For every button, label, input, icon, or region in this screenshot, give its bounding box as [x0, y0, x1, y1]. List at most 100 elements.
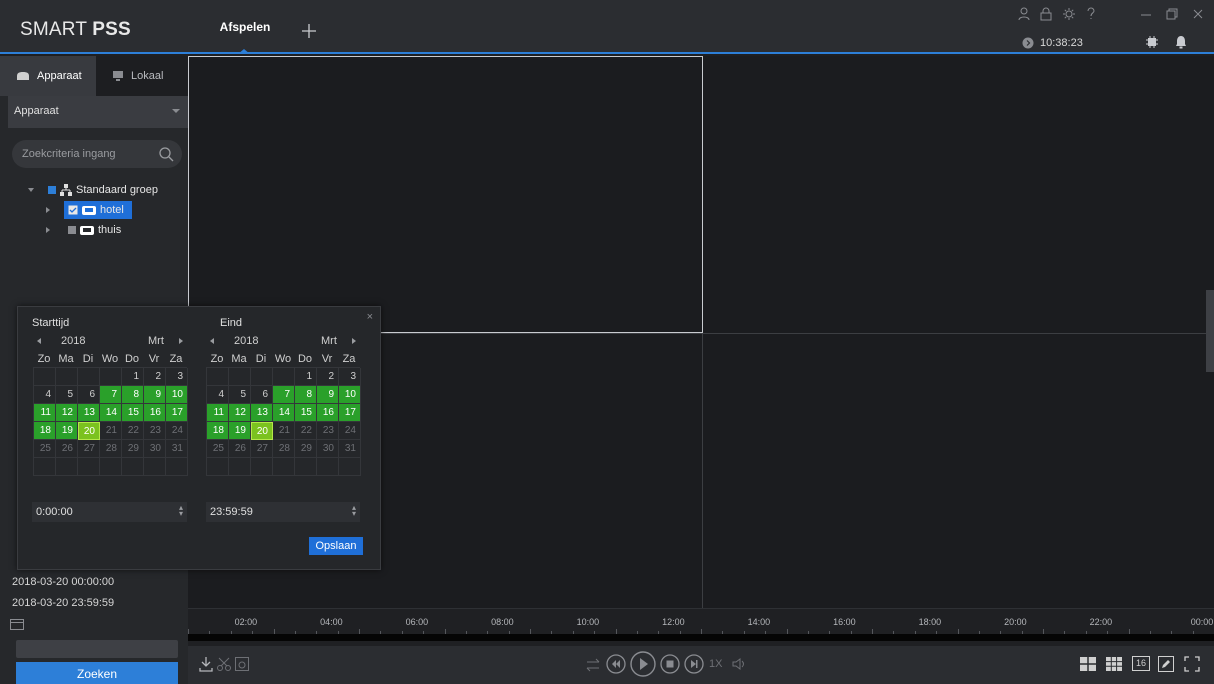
- search-button[interactable]: Zoeken: [16, 662, 178, 684]
- bell-icon[interactable]: [1175, 35, 1187, 49]
- minimize-icon[interactable]: [1140, 7, 1152, 21]
- day-cell[interactable]: 9: [144, 386, 166, 404]
- group-checkbox[interactable]: [48, 186, 56, 194]
- timeline[interactable]: 02:00 04:00 06:00 08:00 10:00 12:00 14:00 16:00…: [188, 608, 1214, 646]
- start-time-field[interactable]: 0:00:00 ▴ ▾: [32, 502, 187, 522]
- day-cell[interactable]: 17: [166, 404, 188, 422]
- day-cell[interactable]: 14: [100, 404, 122, 422]
- calendar-icon[interactable]: [10, 618, 24, 630]
- close-icon[interactable]: ×: [367, 311, 373, 323]
- edit-icon[interactable]: [1158, 656, 1174, 672]
- step-icon[interactable]: [684, 654, 704, 674]
- search-input[interactable]: Zoekcriteria ingang: [12, 140, 182, 168]
- day-cell[interactable]: 17: [339, 404, 361, 422]
- save-button[interactable]: Opslaan: [309, 537, 363, 555]
- day-cell[interactable]: 23: [144, 422, 166, 440]
- day-cell[interactable]: 5: [56, 386, 78, 404]
- selected-row[interactable]: hotel: [64, 201, 132, 219]
- device-type-dropdown[interactable]: Apparaat: [8, 96, 188, 128]
- tab-lokaal[interactable]: Lokaal: [96, 56, 168, 96]
- volume-icon[interactable]: [732, 657, 746, 671]
- day-cell[interactable]: 31: [339, 440, 361, 458]
- day-cell[interactable]: 1: [122, 368, 144, 386]
- speed-label[interactable]: 1X: [709, 658, 722, 670]
- day-cell[interactable]: 25: [207, 440, 229, 458]
- day-cell[interactable]: 24: [339, 422, 361, 440]
- spinner-icon[interactable]: ▴ ▾: [352, 504, 356, 518]
- day-cell[interactable]: 27: [78, 440, 100, 458]
- lock-icon[interactable]: [1040, 7, 1052, 21]
- gear-icon[interactable]: [1062, 7, 1076, 21]
- tab-apparaat[interactable]: Apparaat: [0, 56, 96, 96]
- day-cell[interactable]: 6: [251, 386, 273, 404]
- fullscreen-icon[interactable]: [1184, 656, 1200, 672]
- day-cell[interactable]: 10: [166, 386, 188, 404]
- chevron-right-icon[interactable]: [46, 227, 50, 233]
- close-icon[interactable]: [1192, 7, 1204, 21]
- timeline-bar[interactable]: [188, 634, 1214, 641]
- rewind-icon[interactable]: [606, 654, 626, 674]
- day-cell[interactable]: 6: [78, 386, 100, 404]
- day-cell[interactable]: 29: [295, 440, 317, 458]
- day-cell[interactable]: 13: [78, 404, 100, 422]
- next-month-icon[interactable]: [352, 338, 356, 344]
- day-cell[interactable]: 27: [251, 440, 273, 458]
- day-cell[interactable]: 16: [144, 404, 166, 422]
- tree-device-hotel[interactable]: hotel: [46, 200, 158, 220]
- day-cell[interactable]: 9: [317, 386, 339, 404]
- day-cell[interactable]: 8: [122, 386, 144, 404]
- day-cell[interactable]: 16: [317, 404, 339, 422]
- day-cell[interactable]: 19: [56, 422, 78, 440]
- day-cell[interactable]: 13: [251, 404, 273, 422]
- restore-icon[interactable]: [1166, 7, 1178, 21]
- day-cell[interactable]: 10: [339, 386, 361, 404]
- scissors-icon[interactable]: [216, 656, 232, 672]
- day-cell[interactable]: 2: [317, 368, 339, 386]
- day-cell[interactable]: 24: [166, 422, 188, 440]
- day-cell[interactable]: 29: [122, 440, 144, 458]
- day-cell[interactable]: 3: [166, 368, 188, 386]
- tree-device-thuis[interactable]: thuis: [46, 220, 158, 240]
- day-cell[interactable]: 5: [229, 386, 251, 404]
- video-cell-selected[interactable]: [188, 56, 703, 333]
- day-cell[interactable]: 15: [295, 404, 317, 422]
- day-cell[interactable]: 1: [295, 368, 317, 386]
- start-datetime[interactable]: 2018-03-20 00:00:00: [12, 576, 114, 588]
- day-cell[interactable]: 26: [229, 440, 251, 458]
- next-month-icon[interactable]: [179, 338, 183, 344]
- snapshot-icon[interactable]: [234, 656, 250, 672]
- day-cell[interactable]: 7: [273, 386, 295, 404]
- prev-year-icon[interactable]: [210, 338, 214, 344]
- day-cell[interactable]: 22: [122, 422, 144, 440]
- day-cell[interactable]: 12: [229, 404, 251, 422]
- day-cell[interactable]: 19: [229, 422, 251, 440]
- day-cell[interactable]: 7: [100, 386, 122, 404]
- day-cell[interactable]: 11: [207, 404, 229, 422]
- day-cell[interactable]: 30: [144, 440, 166, 458]
- day-cell[interactable]: 11: [34, 404, 56, 422]
- help-icon[interactable]: [1086, 7, 1096, 21]
- day-cell[interactable]: 18: [34, 422, 56, 440]
- download-icon[interactable]: [198, 656, 214, 672]
- tree-group-row[interactable]: Standaard groep: [28, 180, 158, 200]
- day-cell[interactable]: 30: [317, 440, 339, 458]
- sync-icon[interactable]: [586, 658, 600, 672]
- cpu-icon[interactable]: [1145, 35, 1159, 49]
- checkbox-icon[interactable]: [68, 226, 76, 234]
- record-type-field[interactable]: [16, 640, 178, 658]
- day-cell[interactable]: 22: [295, 422, 317, 440]
- day-cell[interactable]: 3: [339, 368, 361, 386]
- checkbox-checked-icon[interactable]: [68, 205, 78, 215]
- layout-9-icon[interactable]: [1106, 657, 1122, 671]
- day-cell[interactable]: 14: [273, 404, 295, 422]
- prev-year-icon[interactable]: [37, 338, 41, 344]
- plus-icon[interactable]: [300, 22, 318, 40]
- day-cell[interactable]: 23: [317, 422, 339, 440]
- day-cell[interactable]: 26: [56, 440, 78, 458]
- layout-4-icon[interactable]: [1080, 657, 1096, 671]
- day-cell[interactable]: 8: [295, 386, 317, 404]
- day-cell[interactable]: 20: [78, 422, 100, 440]
- spinner-icon[interactable]: ▴ ▾: [179, 504, 183, 518]
- chevron-right-icon[interactable]: [46, 207, 50, 213]
- user-icon[interactable]: [1018, 7, 1030, 21]
